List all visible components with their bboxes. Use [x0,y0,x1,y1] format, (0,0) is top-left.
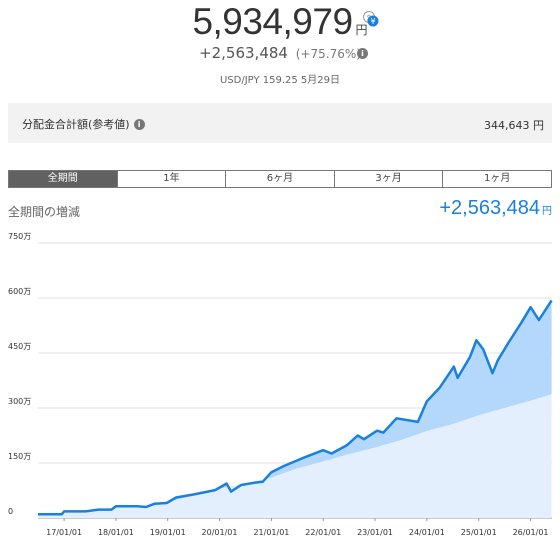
y-tick-label: 750万 [8,232,31,241]
x-tick-label: 18/01/01 [98,528,134,537]
x-tick-label: 17/01/01 [46,528,82,537]
tab-1-year[interactable]: 1年 [116,171,226,187]
fx-rate: USD/JPY 159.25 5月29日 [219,75,341,86]
distribution-amount: 344,643 円 [484,119,544,132]
total-gain: +2,563,484 (+75.76%) i [0,44,560,62]
section-title: 全期間の増減 [8,205,81,219]
section-gain-unit: 円 [542,206,552,217]
total-gain-amount: +2,563,484 [199,44,288,62]
total-valuation: 5,934,979 円 [0,1,560,43]
y-tick-label: 0 [8,507,13,516]
x-tick-label: 24/01/01 [409,528,445,537]
tab-6-months[interactable]: 6ヶ月 [225,171,334,187]
x-tick-label: 23/01/01 [357,528,393,537]
tab-all-period[interactable]: 全期間 [9,171,117,187]
tab-1-month[interactable]: 1ヶ月 [442,171,551,187]
distribution-label: 分配金合計額(参考値) [22,118,130,131]
period-tabs: 全期間 1年 6ヶ月 3ヶ月 1ヶ月 [8,170,552,188]
y-tick-label: 150万 [8,452,31,461]
x-tick-label: 25/01/01 [461,528,497,537]
section-gain-amount: +2,563,484 [439,197,540,219]
total-valuation-amount: 5,934,979 [192,1,353,42]
distribution-summary: 分配金合計額(参考値) i 344,643 円 [8,103,552,143]
x-tick-label: 20/01/01 [202,528,238,537]
info-icon[interactable]: i [133,118,145,130]
svg-text:¥: ¥ [370,17,375,26]
x-tick-label: 19/01/01 [150,528,186,537]
total-gain-percent: (+75.76%) [295,47,361,61]
tab-3-months[interactable]: 3ヶ月 [333,171,443,187]
yen-dollar-toggle-icon[interactable]: $ ¥ [362,10,380,28]
x-tick-label: 22/01/01 [305,528,341,537]
x-tick-label: 26/01/01 [513,528,549,537]
y-tick-label: 300万 [8,397,31,406]
distribution-label-row: 分配金合計額(参考値) i [22,116,145,132]
section-gain: +2,563,484 円 [439,197,552,220]
x-tick-label: 21/01/01 [253,528,289,537]
y-tick-label: 450万 [8,342,31,351]
info-icon[interactable]: i [357,48,368,59]
y-tick-label: 600万 [8,287,31,296]
valuation-chart: 750万 600万 450万 300万 150万 0 17/01/01 18/01/01 19/… [8,232,553,537]
